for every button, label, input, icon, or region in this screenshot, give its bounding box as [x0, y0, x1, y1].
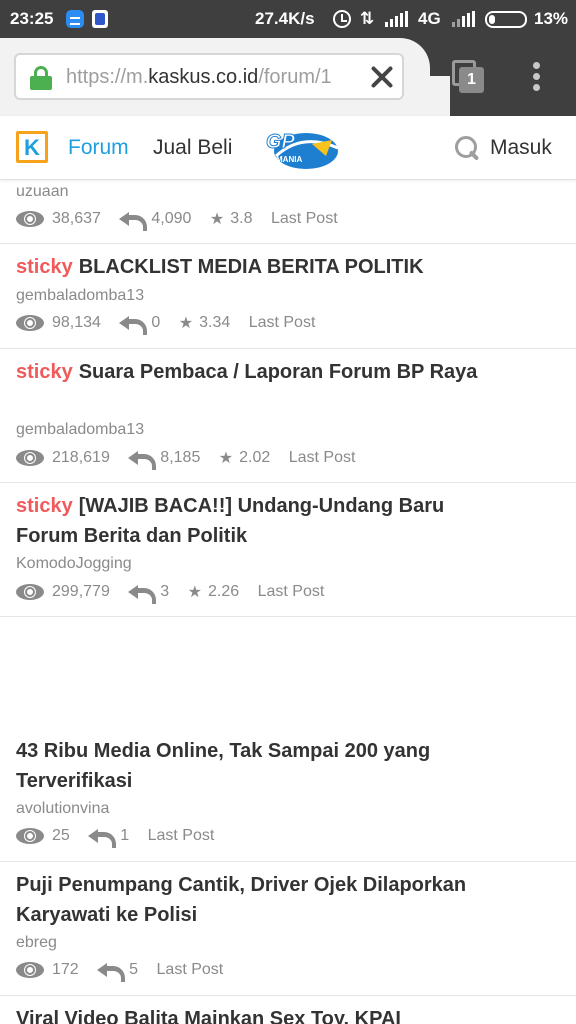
thread-title[interactable]: 43 Ribu Media Online, Tak Sampai 200 yan…	[16, 736, 486, 796]
star-icon: ★	[178, 315, 194, 332]
thread-item[interactable]: 43 Ribu Media Online, Tak Sampai 200 yan…	[0, 728, 576, 862]
tab-count: 1	[459, 67, 484, 93]
reply-icon	[119, 210, 148, 231]
alarm-icon	[333, 10, 351, 28]
browser-toolbar: https://m.kaskus.co.id/forum/1 1	[0, 38, 576, 154]
last-post-link[interactable]: Last Post	[271, 210, 338, 228]
sticky-label: sticky	[16, 361, 73, 383]
data-transfer-icon: ⇅	[360, 9, 375, 28]
ad-slot	[0, 618, 576, 728]
views-icon	[16, 962, 44, 978]
thread-stats: 218,619 8,185 ★ 2.02 Last Post	[16, 448, 355, 470]
rating-value: 3.34	[199, 314, 231, 331]
overflow-menu-icon[interactable]	[532, 62, 542, 92]
kaskus-logo[interactable]: K	[16, 131, 48, 163]
views-icon	[16, 450, 44, 466]
thread-stats: 172 5 Last Post	[16, 961, 223, 983]
network-type: 4G	[418, 9, 441, 28]
close-icon[interactable]	[368, 63, 396, 91]
views-icon	[16, 584, 44, 600]
thread-item[interactable]: sticky BLACKLIST MEDIA BERITA POLITIK gem…	[0, 245, 576, 349]
thread-item[interactable]: Puji Penumpang Cantik, Driver Ojek Dilap…	[0, 862, 576, 996]
views-count: 98,134	[52, 314, 101, 331]
reply-icon	[97, 961, 126, 982]
thread-author[interactable]: ebreg	[16, 934, 57, 952]
svg-text:GP: GP	[266, 131, 296, 153]
signal-icon-secondary	[452, 11, 476, 27]
replies-count: 5	[129, 961, 139, 978]
status-bar: 23:25 27.4K/s ⇅ 4G 13%	[0, 0, 576, 38]
replies-count: 3	[160, 583, 170, 600]
thread-author[interactable]: KomodoJogging	[16, 555, 132, 573]
url-text[interactable]: https://m.kaskus.co.id/forum/1	[66, 66, 332, 89]
views-icon	[16, 828, 44, 844]
thread-list: uzuaan 38,637 4,090 ★ 3.8 Last Post stick…	[0, 180, 576, 1024]
last-post-link[interactable]: Last Post	[157, 961, 224, 979]
nav-forum[interactable]: Forum	[68, 136, 129, 160]
battery-icon	[485, 11, 527, 28]
views-icon	[16, 315, 44, 331]
views-count: 172	[52, 961, 79, 978]
messenger-notification-icon	[66, 10, 84, 28]
reply-icon	[128, 449, 157, 470]
nav-jual-beli[interactable]: Jual Beli	[153, 136, 232, 160]
thread-author[interactable]: gembaladomba13	[16, 421, 144, 439]
last-post-link[interactable]: Last Post	[289, 449, 356, 467]
thread-item[interactable]: sticky Suara Pembaca / Laporan Forum BP R…	[0, 349, 576, 483]
thread-author[interactable]: avolutionvina	[16, 800, 109, 818]
star-icon: ★	[218, 450, 234, 467]
star-icon: ★	[187, 584, 202, 601]
views-count: 299,779	[52, 583, 110, 600]
thread-stats: 299,779 3 ★ 2.26 Last Post	[16, 582, 324, 604]
gp-mania-logo[interactable]: GP MANIA	[262, 126, 342, 172]
search-icon[interactable]	[455, 136, 481, 162]
signal-icon	[385, 11, 409, 27]
views-count: 218,619	[52, 449, 110, 466]
views-icon	[16, 211, 44, 227]
rating-value: 3.8	[230, 210, 253, 227]
thread-title[interactable]: sticky Suara Pembaca / Laporan Forum BP R…	[16, 357, 486, 387]
battery-percent: 13%	[534, 9, 569, 28]
thread-stats: 38,637 4,090 ★ 3.8 Last Post	[16, 209, 338, 231]
rating-value: 2.02	[239, 449, 271, 466]
login-button[interactable]: Masuk	[490, 136, 552, 160]
reply-icon	[88, 827, 117, 848]
star-icon: ★	[209, 211, 225, 228]
thread-stats: 25 1 Last Post	[16, 827, 214, 849]
thread-item[interactable]: Viral Video Balita Mainkan Sex Toy, KPAI	[0, 996, 576, 1024]
views-count: 25	[52, 827, 70, 844]
reply-icon	[128, 583, 157, 604]
replies-count: 1	[120, 827, 130, 844]
app-notification-icon	[92, 10, 108, 28]
thread-title[interactable]: Puji Penumpang Cantik, Driver Ojek Dilap…	[16, 870, 486, 930]
svg-text:MANIA: MANIA	[276, 155, 302, 164]
replies-count: 8,185	[160, 449, 201, 466]
network-speed: 27.4K/s	[255, 9, 315, 28]
rating-value: 2.26	[208, 583, 240, 600]
last-post-link[interactable]: Last Post	[148, 827, 215, 845]
thread-item[interactable]: uzuaan 38,637 4,090 ★ 3.8 Last Post	[0, 180, 576, 244]
status-time: 23:25	[10, 9, 54, 28]
thread-stats: 98,134 0 ★ 3.34 Last Post	[16, 313, 315, 335]
views-count: 38,637	[52, 210, 101, 227]
last-post-link[interactable]: Last Post	[249, 314, 316, 332]
lock-icon[interactable]	[30, 66, 52, 90]
thread-title[interactable]: sticky BLACKLIST MEDIA BERITA POLITIK	[16, 252, 486, 282]
thread-author[interactable]: gembaladomba13	[16, 287, 144, 305]
thread-item[interactable]: sticky [WAJIB BACA!!] Undang-Undang Baru …	[0, 483, 576, 617]
thread-title[interactable]: sticky [WAJIB BACA!!] Undang-Undang Baru …	[16, 491, 486, 551]
replies-count: 4,090	[151, 210, 192, 227]
replies-count: 0	[151, 314, 161, 331]
site-header: K Forum Jual Beli GP MANIA Masuk	[0, 116, 576, 180]
url-bar[interactable]: https://m.kaskus.co.id/forum/1	[14, 53, 404, 100]
last-post-link[interactable]: Last Post	[258, 583, 325, 601]
sticky-label: sticky	[16, 256, 73, 278]
thread-author[interactable]: uzuaan	[16, 183, 69, 201]
thread-title[interactable]: Viral Video Balita Mainkan Sex Toy, KPAI	[16, 1004, 576, 1024]
reply-icon	[119, 314, 148, 335]
sticky-label: sticky	[16, 495, 73, 517]
tab-switcher-icon[interactable]: 1	[452, 60, 484, 93]
